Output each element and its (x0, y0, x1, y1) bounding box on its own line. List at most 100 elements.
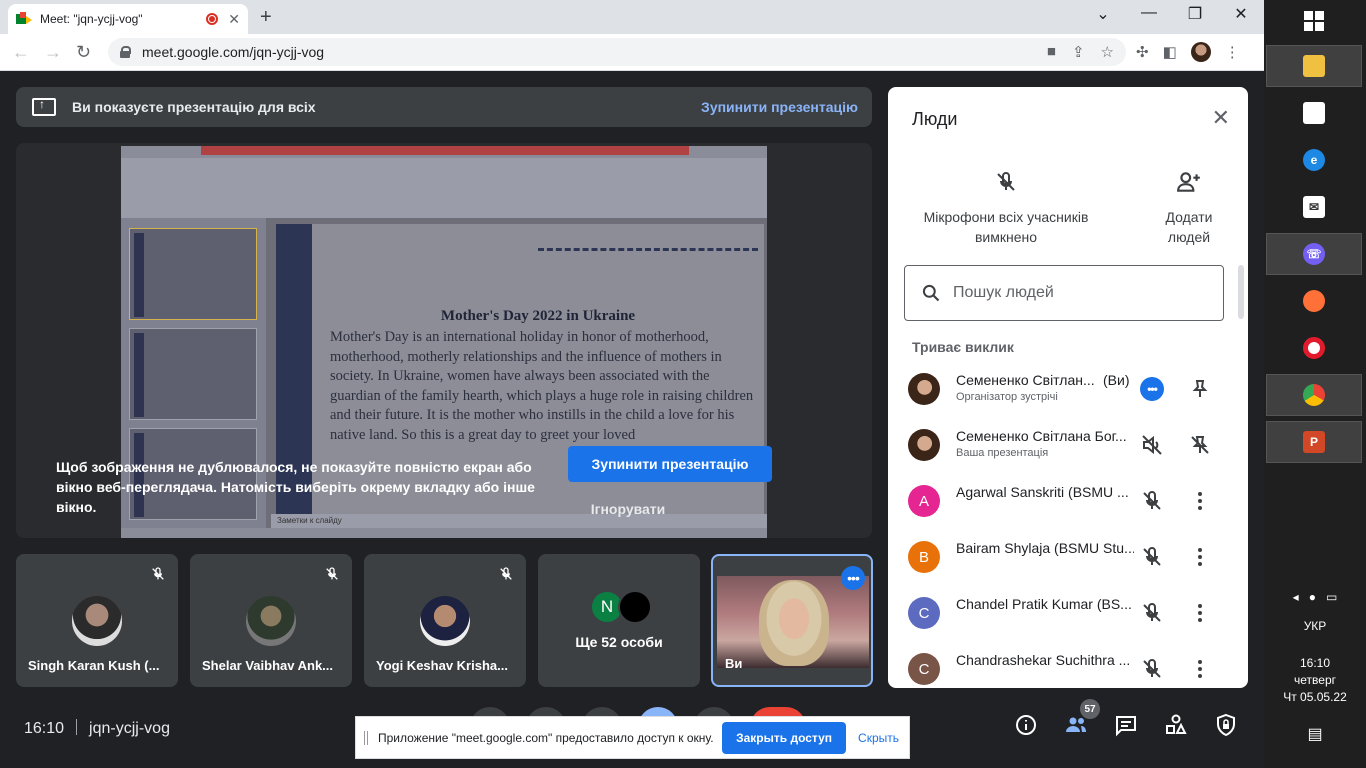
participant-avatar (618, 590, 652, 624)
mic-off-icon (1143, 602, 1161, 622)
unpin-icon[interactable] (1188, 433, 1212, 457)
taskbar-file-explorer[interactable] (1266, 45, 1362, 87)
address-bar-row: ← → ↻ meet.google.com/jqn-ycjj-vog ■ ⇪ ☆… (0, 34, 1264, 71)
input-language[interactable]: УКР (1264, 619, 1366, 633)
omnibox[interactable]: meet.google.com/jqn-ycjj-vog ■ ⇪ ☆ (108, 38, 1126, 66)
taskbar-viber[interactable]: ☏ (1266, 233, 1362, 275)
camera-icon[interactable]: ■ (1047, 43, 1056, 61)
edge-icon: e (1303, 149, 1325, 171)
participant-name: Семененко Світлан... (956, 372, 1095, 388)
ignore-button[interactable]: Ігнорувати (568, 501, 688, 517)
taskbar-powerpoint[interactable]: P (1266, 421, 1362, 463)
extensions-icon[interactable]: ✣ (1136, 43, 1149, 61)
participant-tile[interactable]: Singh Karan Kush (... (16, 554, 178, 687)
taskbar-firefox[interactable] (1266, 280, 1362, 322)
taskbar-edge[interactable]: e (1266, 139, 1362, 181)
right-controls: 57 (1014, 699, 1238, 737)
participant-role: Організатор зустрічі (956, 391, 1058, 403)
taskbar-store[interactable] (1266, 92, 1362, 134)
mic-off-icon (1143, 658, 1161, 678)
pin-icon[interactable] (1188, 377, 1212, 401)
more-options-icon[interactable] (1188, 489, 1212, 513)
self-view-tile[interactable]: ••• Ви (711, 554, 873, 687)
activities-icon[interactable] (1164, 713, 1188, 737)
self-name: Ви (725, 656, 743, 671)
add-person-icon (1177, 172, 1200, 192)
window-close-button[interactable]: ✕ (1226, 4, 1256, 24)
forward-icon[interactable]: → (44, 42, 62, 63)
minimize-button[interactable]: — (1134, 4, 1164, 22)
browser-tab[interactable]: Meet: "jqn-ycjj-vog" ✕ (8, 4, 248, 34)
tab-search-button[interactable]: ⌄ (1088, 4, 1118, 24)
restore-button[interactable]: ❐ (1180, 4, 1210, 24)
reload-icon[interactable]: ↻ (76, 42, 91, 63)
more-participants-tile[interactable]: N Ще 52 особи (538, 554, 700, 687)
participant-row[interactable]: C Chandel Pratik Kumar (BS... (888, 585, 1248, 641)
taskbar-opera[interactable] (1266, 327, 1362, 369)
slide-title: Mother's Day 2022 in Ukraine (440, 308, 636, 324)
windows-taskbar: e ✉ ☏ P ◂ ● ▭ УКР 16:10 четверг Чт 05.05… (1264, 0, 1366, 768)
search-input[interactable] (953, 284, 1213, 302)
participant-avatar (908, 373, 940, 405)
browser-menu-icon[interactable]: ⋮ (1225, 43, 1240, 61)
more-options-icon[interactable] (1188, 657, 1212, 681)
start-button[interactable] (1266, 0, 1362, 42)
people-button[interactable]: 57 (1064, 699, 1100, 737)
drag-grip-icon[interactable] (364, 730, 368, 745)
info-icon[interactable] (1014, 713, 1038, 737)
stop-presentation-button[interactable]: Зупинити презентацію (568, 446, 772, 482)
participant-initial-avatar: A (908, 485, 940, 517)
system-tray-icons[interactable]: ◂ ● ▭ (1264, 590, 1366, 604)
more-options-icon[interactable] (1188, 601, 1212, 625)
mute-all-action[interactable]: Мікрофони всіх учасників вимкнено (916, 169, 1096, 247)
mirroring-warning: Щоб зображення не дублювалося, не показу… (56, 459, 535, 515)
bookmark-star-icon[interactable]: ☆ (1101, 43, 1114, 61)
participant-row[interactable]: B Bairam Shylaja (BSMU Stu... (888, 529, 1248, 585)
clock-date[interactable]: Чт 05.05.22 (1264, 690, 1366, 704)
participant-tile[interactable]: Shelar Vaibhav Ank... (190, 554, 352, 687)
new-tab-button[interactable]: + (260, 6, 272, 29)
battery-icon[interactable]: ▭ (1326, 590, 1337, 604)
chat-icon[interactable] (1114, 713, 1138, 737)
participant-row[interactable]: A Agarwal Sanskriti (BSMU ... (888, 473, 1248, 529)
share-icon[interactable]: ⇪ (1072, 43, 1085, 61)
participant-name: Yogi Keshav Krisha... (376, 658, 508, 673)
taskbar-mail[interactable]: ✉ (1266, 186, 1362, 228)
opera-icon (1303, 337, 1325, 359)
microphone-tray-icon[interactable]: ● (1309, 590, 1316, 604)
participant-name: Agarwal Sanskriti (BSMU ... (956, 484, 1129, 500)
profile-avatar[interactable] (1190, 42, 1211, 62)
side-panel-icon[interactable]: ◧ (1163, 43, 1177, 61)
clock-day[interactable]: четверг (1264, 673, 1366, 687)
recording-indicator-icon (206, 13, 219, 25)
clock-time[interactable]: 16:10 (1264, 656, 1366, 670)
more-options-icon[interactable] (1188, 545, 1212, 569)
add-people-action[interactable]: Додати людей (1146, 169, 1232, 247)
taskbar-chrome[interactable] (1266, 374, 1362, 416)
more-participants-label: Ще 52 особи (575, 634, 663, 650)
ppt-titlebar (121, 146, 767, 158)
participant-name: Singh Karan Kush (... (28, 658, 160, 673)
back-icon[interactable]: ← (12, 42, 30, 63)
participant-tile[interactable]: Yogi Keshav Krisha... (364, 554, 526, 687)
close-panel-icon[interactable]: ✕ (1212, 105, 1230, 131)
hide-notification-link[interactable]: Скрыть (858, 731, 899, 745)
participant-row[interactable]: Семененко Світлан... (Ви) Організатор зу… (888, 361, 1248, 417)
url-text[interactable]: meet.google.com/jqn-ycjj-vog (142, 44, 324, 60)
notifications-icon[interactable]: ▤ (1264, 724, 1366, 744)
tray-expand-icon[interactable]: ◂ (1293, 590, 1299, 604)
stop-presenting-link[interactable]: Зупинити презентацію (701, 99, 858, 115)
panel-scrollbar[interactable] (1238, 265, 1244, 319)
mic-off-icon (500, 567, 512, 580)
presentation-stage: Mother's Day 2022 in Ukraine Mother's Da… (16, 143, 872, 538)
close-access-button[interactable]: Закрыть доступ (722, 721, 847, 754)
tab-close-icon[interactable]: ✕ (228, 11, 240, 28)
lock-icon[interactable] (120, 46, 131, 58)
meeting-time: 16:10 (24, 720, 65, 737)
participant-row[interactable]: C Chandrashekar Suchithra ... (888, 641, 1248, 688)
more-options-icon[interactable]: ••• (841, 566, 865, 590)
people-search[interactable] (904, 265, 1224, 321)
more-options-icon[interactable]: ••• (1140, 377, 1164, 401)
participant-row[interactable]: Семененко Світлана Бог... Ваша презентац… (888, 417, 1248, 473)
host-controls-icon[interactable] (1214, 713, 1238, 737)
